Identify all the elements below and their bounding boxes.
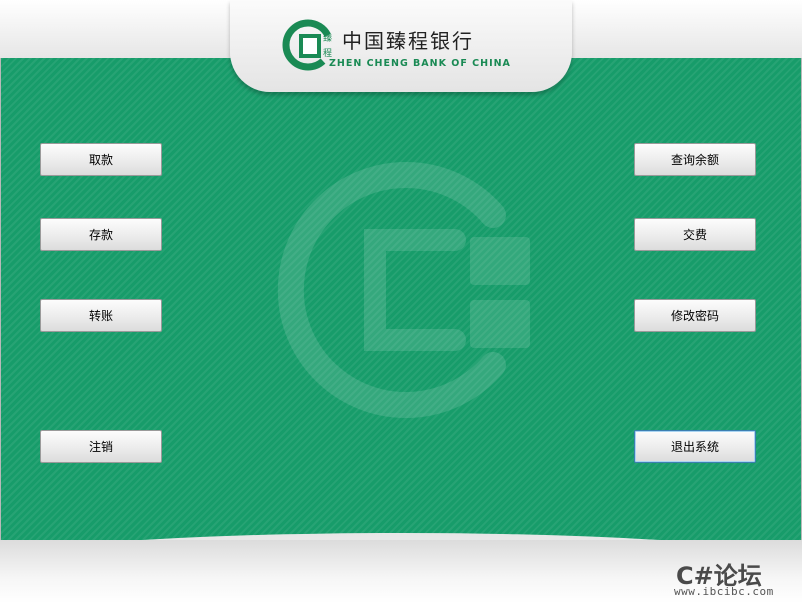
logout-button[interactable]: 注销 <box>40 430 162 463</box>
pay-bills-button[interactable]: 交费 <box>634 218 756 251</box>
exit-system-button[interactable]: 退出系统 <box>634 430 756 463</box>
forum-url-watermark: www.ibcibc.com <box>674 585 774 598</box>
bank-name-en: ZHEN CHENG BANK OF CHINA <box>329 58 511 69</box>
transfer-button[interactable]: 转账 <box>40 299 162 332</box>
check-balance-button[interactable]: 查询余额 <box>634 143 756 176</box>
withdraw-button[interactable]: 取款 <box>40 143 162 176</box>
deposit-button[interactable]: 存款 <box>40 218 162 251</box>
bank-logo: 臻 程 中国臻程银行 ZHEN CHENG BANK OF CHINA <box>282 18 522 78</box>
change-password-button[interactable]: 修改密码 <box>634 299 756 332</box>
bank-logo-watermark <box>277 162 530 418</box>
bank-name-cn: 中国臻程银行 <box>342 29 474 53</box>
logo-char-top: 臻 <box>323 32 332 44</box>
